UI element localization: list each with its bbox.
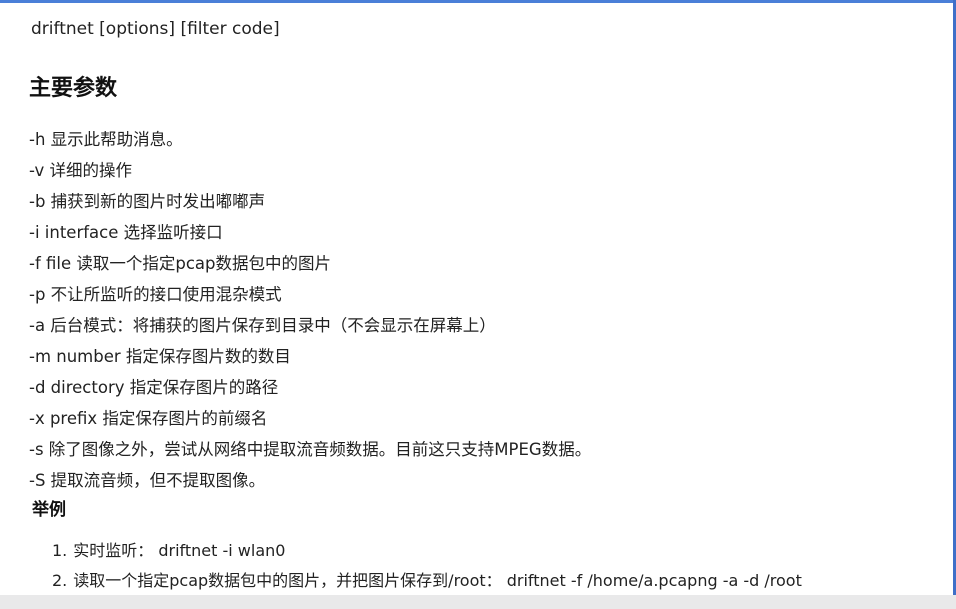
param-list: -h 显示此帮助消息。 -v 详细的操作 -b 捕获到新的图片时发出嘟嘟声 -i… [29, 128, 591, 500]
param-item-h: -h 显示此帮助消息。 [29, 130, 183, 149]
param-item-a: -a 后台模式：将捕获的图片保存到目录中（不会显示在屏幕上） [29, 316, 496, 335]
example-list: 1. 实时监听： driftnet -i wlan0 2. 读取一个指定pcap数据… [52, 539, 802, 599]
bottom-strip [0, 595, 956, 609]
params-heading: 主要参数 [29, 76, 118, 101]
param-item-d: -d directory 指定保存图片的路径 [29, 378, 279, 397]
example-number: 1. [52, 541, 68, 560]
param-item-b: -b 捕获到新的图片时发出嘟嘟声 [29, 192, 266, 211]
param-item-f: -f file 读取一个指定pcap数据包中的图片 [29, 254, 332, 273]
example-text: 实时监听： driftnet -i wlan0 [73, 541, 286, 560]
param-item-s: -s 除了图像之外，尝试从网络中提取流音频数据。目前这只支持MPEG数据。 [29, 440, 592, 459]
param-item-m: -m number 指定保存图片数的数目 [29, 347, 291, 366]
top-accent-bar [0, 0, 956, 3]
examples-heading: 举例 [32, 500, 66, 520]
param-item-i: -i interface 选择监听接口 [29, 223, 223, 242]
param-item-S-upper: -S 提取流音频，但不提取图像。 [29, 471, 266, 490]
param-item-v: -v 详细的操作 [29, 161, 133, 180]
usage-line: driftnet [options] [filter code] [31, 19, 280, 39]
example-item-1: 1. 实时监听： driftnet -i wlan0 [52, 539, 802, 569]
param-item-p: -p 不让所监听的接口使用混杂模式 [29, 285, 282, 304]
param-item-x: -x prefix 指定保存图片的前缀名 [29, 409, 268, 428]
example-text: 读取一个指定pcap数据包中的图片，并把图片保存到/root： driftnet… [73, 571, 802, 590]
example-number: 2. [52, 571, 68, 590]
